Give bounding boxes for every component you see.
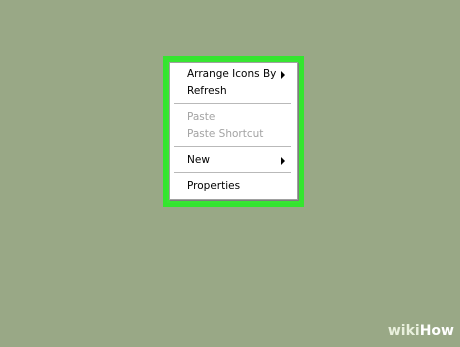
wikihow-watermark: wikiHow <box>388 323 454 339</box>
menu-item-label: Refresh <box>187 85 227 97</box>
menu-separator <box>174 172 291 174</box>
menu-item-refresh[interactable]: Refresh <box>170 83 297 100</box>
menu-item-arrange-icons-by[interactable]: Arrange Icons By <box>170 66 297 83</box>
watermark-part-wiki: wiki <box>387 323 420 339</box>
menu-item-label: New <box>187 154 210 166</box>
menu-item-paste: Paste <box>170 109 297 126</box>
menu-item-label: Paste Shortcut <box>187 128 264 140</box>
menu-item-label: Arrange Icons By <box>187 68 277 80</box>
menu-separator <box>174 103 291 105</box>
menu-separator <box>174 146 291 148</box>
chevron-right-icon <box>281 71 285 79</box>
menu-item-new[interactable]: New <box>170 152 297 169</box>
menu-item-label: Paste <box>187 111 216 123</box>
desktop-context-menu: Arrange Icons By Refresh Paste Paste Sho… <box>169 62 298 200</box>
menu-item-label: Properties <box>187 180 241 192</box>
menu-item-paste-shortcut: Paste Shortcut <box>170 126 297 143</box>
watermark-part-how: How <box>419 323 454 339</box>
chevron-right-icon <box>281 157 285 165</box>
menu-item-properties[interactable]: Properties <box>170 178 297 195</box>
